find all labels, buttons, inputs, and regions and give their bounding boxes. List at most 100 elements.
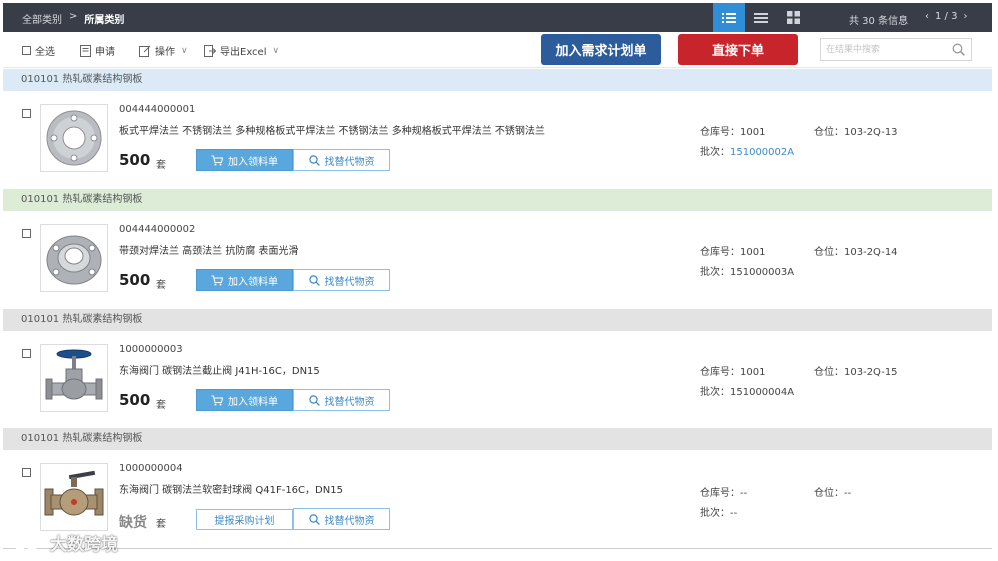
ball-valve-icon [44, 470, 104, 516]
out-of-stock-label: 缺货 [119, 515, 147, 531]
item-code: 1000000004 [119, 463, 183, 474]
item-description: 东海阀门 碳钢法兰截止阀 J41H-16C，DN15 [119, 366, 320, 377]
batch-value: -- [730, 508, 738, 519]
item-checkbox[interactable] [22, 349, 31, 358]
item-description: 板式平焊法兰 不锈钢法兰 多种规格板式平焊法兰 不锈钢法兰 多种规格板式平焊法兰… [119, 126, 545, 137]
pager: ‹ 1 / 3 › [925, 11, 967, 22]
list-item: 004444000001 板式平焊法兰 不锈钢法兰 多种规格板式平焊法兰 不锈钢… [3, 92, 992, 189]
batch-info: 批次：151000004A [700, 387, 795, 398]
checkbox[interactable] [22, 46, 31, 55]
breadcrumb-current: 所属类别 [84, 15, 125, 26]
warehouse-info: 仓库号：1001 [700, 367, 766, 378]
next-page-button[interactable]: › [963, 11, 967, 22]
location-info: 仓位：103-2Q-13 [814, 127, 898, 138]
product-image[interactable] [40, 104, 108, 172]
find-substitute-label: 找替代物资 [324, 276, 375, 288]
edit-icon [139, 45, 151, 57]
find-substitute-button[interactable]: 找替代物资 [293, 389, 390, 411]
search-icon [308, 274, 320, 286]
item-code: 1000000003 [119, 344, 183, 355]
product-image[interactable] [40, 344, 108, 412]
watermark-text: 大数跨境 [50, 535, 118, 555]
find-substitute-button[interactable]: 找替代物资 [293, 269, 390, 291]
prev-page-button[interactable]: ‹ [925, 11, 929, 22]
add-to-list-button[interactable]: 加入领料单 [196, 389, 293, 411]
item-checkbox[interactable] [22, 229, 31, 238]
apply-label: 申请 [95, 47, 115, 58]
search-icon [308, 154, 320, 166]
watermark-logo-icon [13, 535, 45, 550]
item-code: 004444000001 [119, 104, 196, 115]
batch-info: 批次：-- [700, 508, 738, 519]
add-to-list-label: 加入领料单 [228, 396, 278, 408]
grid-view-button[interactable] [777, 3, 809, 32]
operate-dropdown[interactable]: 操作 ∨ [139, 43, 188, 58]
page-indicator: 1 / 3 [935, 11, 958, 22]
warehouse-info: 仓库号：1001 [700, 127, 766, 138]
total-count: 共 30 条信息 [849, 16, 909, 27]
watermark: 大数跨境 [12, 530, 118, 555]
find-substitute-button[interactable]: 找替代物资 [293, 508, 390, 530]
operate-label: 操作 [155, 47, 175, 58]
group-header: 010101 热轧碳素结构钢板 [3, 428, 992, 450]
list-item: 004444000002 带颈对焊法兰 高颈法兰 抗防腐 表面光滑 500 套 … [3, 212, 992, 309]
add-to-list-label: 加入领料单 [228, 156, 278, 168]
select-all-checkbox[interactable]: 全选 [22, 43, 55, 58]
search-icon[interactable] [952, 43, 965, 56]
item-checkbox[interactable] [22, 468, 31, 477]
item-unit: 套 [156, 280, 166, 291]
apply-button[interactable]: 申请 [80, 43, 115, 58]
list-view-button[interactable] [745, 3, 777, 32]
warehouse-info: 仓库号：-- [700, 488, 748, 499]
warehouse-info: 仓库号：1001 [700, 247, 766, 258]
batch-value: 151000003A [730, 267, 795, 278]
item-quantity: 500 [119, 391, 151, 409]
export-label: 导出Excel [220, 47, 267, 58]
product-image[interactable] [40, 463, 108, 531]
export-icon [204, 44, 216, 57]
breadcrumb-root[interactable]: 全部类别 [22, 11, 62, 26]
item-checkbox[interactable] [22, 109, 31, 118]
batch-link[interactable]: 151000002A [730, 147, 794, 158]
cart-icon [211, 395, 223, 405]
grid-icon [786, 11, 800, 24]
search-input[interactable] [821, 39, 941, 60]
detail-list-view-button[interactable] [713, 3, 745, 32]
chevron-down-icon: ∨ [272, 45, 280, 56]
item-code: 004444000002 [119, 224, 196, 235]
list-item: 1000000003 东海阀门 碳钢法兰截止阀 J41H-16C，DN15 50… [3, 332, 992, 429]
item-quantity: 500 [119, 151, 151, 169]
batch-value: 151000004A [730, 387, 795, 398]
item-unit: 套 [156, 400, 166, 411]
order-now-button[interactable]: 直接下单 [678, 34, 798, 65]
search-icon [308, 513, 320, 525]
neck-flange-icon [46, 235, 102, 285]
item-unit: 套 [156, 519, 166, 530]
cart-icon [211, 155, 223, 165]
find-substitute-button[interactable]: 找替代物资 [293, 149, 390, 171]
toolbar: 全选 申请 操作 ∨ 导出Excel ∨ 加入需求计划单 直接下单 在结果中搜索 [3, 32, 992, 68]
breadcrumb: 全部类别 > 所属类别 [22, 11, 124, 26]
search-icon [308, 394, 320, 406]
add-to-list-button[interactable]: 加入领料单 [196, 269, 293, 291]
form-icon [80, 44, 91, 57]
find-substitute-label: 找替代物资 [324, 396, 375, 408]
page: 全部类别 > 所属类别 共 30 条信息 ‹ 1 / 3 › 全选 申请 操作 … [0, 0, 998, 561]
item-description: 带颈对焊法兰 高颈法兰 抗防腐 表面光滑 [119, 246, 299, 257]
find-substitute-label: 找替代物资 [324, 515, 375, 527]
add-to-list-button[interactable]: 加入领料单 [196, 149, 293, 171]
export-excel-dropdown[interactable]: 导出Excel ∨ [204, 43, 279, 58]
add-to-list-label: 加入领料单 [228, 276, 278, 288]
purchase-plan-button[interactable]: 提报采购计划 [196, 509, 293, 530]
location-info: 仓位：103-2Q-15 [814, 367, 898, 378]
group-header: 010101 热轧碳素结构钢板 [3, 69, 992, 91]
location-info: 仓位：103-2Q-14 [814, 247, 898, 258]
flat-flange-icon [46, 110, 102, 166]
product-image[interactable] [40, 224, 108, 292]
globe-valve-icon [45, 349, 103, 400]
group-header: 010101 热轧碳素结构钢板 [3, 309, 992, 331]
add-to-plan-button[interactable]: 加入需求计划单 [541, 34, 661, 65]
item-quantity: 500 [119, 271, 151, 289]
item-unit: 套 [156, 160, 166, 171]
select-all-label: 全选 [35, 47, 55, 58]
